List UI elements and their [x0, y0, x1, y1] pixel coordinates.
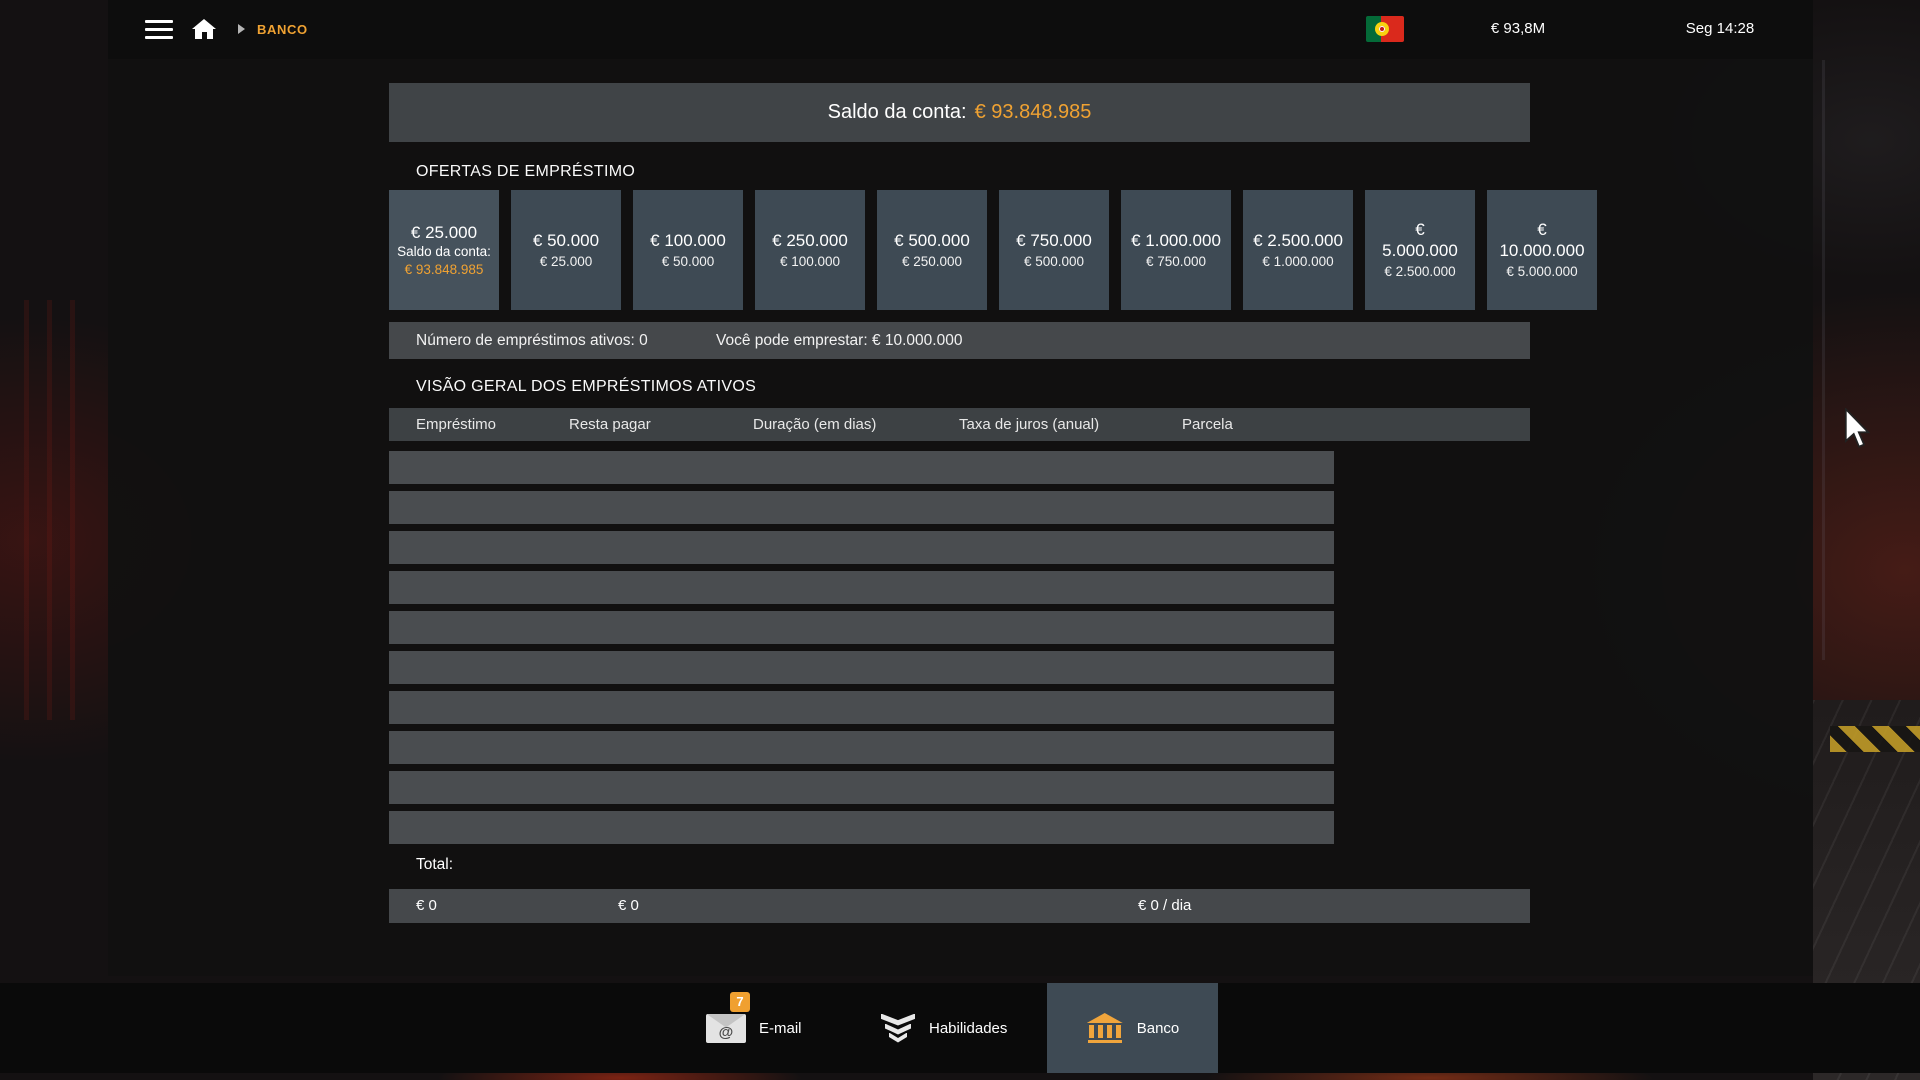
total-label: Total: — [416, 856, 453, 874]
email-icon: @ 7 — [706, 1014, 746, 1043]
borrow-limit: Você pode emprestar: € 10.000.000 — [716, 322, 962, 359]
loans-table-row — [389, 451, 1334, 484]
nav-email-label: E-mail — [759, 1020, 802, 1037]
loans-table-row — [389, 771, 1334, 804]
totals-bar: € 0 € 0 € 0 / dia — [389, 889, 1530, 923]
loan-amount: € 500.000 — [894, 230, 970, 251]
loan-amount: € 750.000 — [1016, 230, 1092, 251]
loan-offer-card[interactable]: € 500.000 € 250.000 — [877, 190, 987, 310]
loan-offer-card[interactable]: € 50.000 € 25.000 — [511, 190, 621, 310]
loan-offer-card[interactable]: € 250.000 € 100.000 — [755, 190, 865, 310]
breadcrumb-chevron-icon — [238, 24, 245, 34]
col-remaining: Resta pagar — [569, 408, 651, 441]
loan-offer-card[interactable]: € 10.000.000 € 5.000.000 — [1487, 190, 1597, 310]
loan-requirement: € 250.000 — [902, 253, 962, 271]
loans-table-row — [389, 811, 1334, 844]
loan-requirement: € 500.000 — [1024, 253, 1084, 271]
garage-red-glow-left — [6, 300, 92, 720]
skills-icon — [880, 1014, 916, 1043]
account-balance-label: Saldo da conta: — [828, 101, 967, 124]
col-interest: Taxa de juros (anual) — [959, 408, 1099, 441]
loan-amount: € 1.000.000 — [1131, 230, 1221, 251]
loans-table-row — [389, 491, 1334, 524]
nav-item-bank[interactable]: Banco — [1047, 983, 1218, 1073]
menu-button[interactable] — [145, 20, 173, 39]
loan-status-bar: Número de empréstimos ativos: 0 Você pod… — [389, 322, 1530, 359]
loan-amount: € 250.000 — [772, 230, 848, 251]
player-money: € 93,8M — [1458, 20, 1578, 37]
bank-panel: BANCO € 93,8M Seg 14:28 Saldo da conta: … — [108, 0, 1813, 976]
loan-offer-list: € 25.000 Saldo da conta: € 93.848.985 € … — [389, 190, 1597, 310]
loan-amount: € 50.000 — [533, 230, 599, 251]
loan-requirement: € 25.000 — [540, 253, 593, 271]
col-duration: Duração (em dias) — [753, 408, 876, 441]
loans-table-row — [389, 651, 1334, 684]
total-loan-value: € 0 — [416, 889, 437, 923]
bank-icon — [1086, 1013, 1124, 1043]
loans-table-row — [389, 611, 1334, 644]
loan-requirement: € 50.000 — [662, 253, 715, 271]
col-loan: Empréstimo — [416, 408, 496, 441]
loan-requirement: € 5.000.000 — [1506, 263, 1577, 281]
loan-requirement: € 2.500.000 — [1384, 263, 1455, 281]
loan-offer-card[interactable]: € 25.000 Saldo da conta: € 93.848.985 — [389, 190, 499, 310]
balance-tooltip: Saldo da conta: € 93.848.985 — [396, 243, 492, 278]
breadcrumb-banco[interactable]: BANCO — [257, 22, 308, 37]
loan-amount: € 2.500.000 — [1253, 230, 1343, 251]
nav-item-skills[interactable]: Habilidades — [880, 983, 1007, 1073]
loan-offers-title: OFERTAS DE EMPRÉSTIMO — [416, 163, 635, 181]
total-remaining-value: € 0 — [618, 889, 639, 923]
top-bar: BANCO € 93,8M Seg 14:28 — [108, 0, 1813, 59]
loan-offer-card[interactable]: € 2.500.000 € 1.000.000 — [1243, 190, 1353, 310]
loan-amount: € 100.000 — [650, 230, 726, 251]
hazard-stripe — [1830, 726, 1920, 752]
garage-wall-edge — [1822, 60, 1825, 660]
game-clock: Seg 14:28 — [1660, 20, 1780, 37]
screen: BANCO € 93,8M Seg 14:28 Saldo da conta: … — [0, 0, 1920, 1080]
loans-table-row — [389, 731, 1334, 764]
email-badge: 7 — [730, 992, 750, 1012]
nav-bank-label: Banco — [1137, 1020, 1180, 1037]
account-balance-value: € 93.848.985 — [975, 101, 1092, 124]
col-installment: Parcela — [1182, 408, 1233, 441]
loans-overview-title: VISÃO GERAL DOS EMPRÉSTIMOS ATIVOS — [416, 378, 756, 396]
loans-table-row — [389, 531, 1334, 564]
nav-item-email[interactable]: @ 7 E-mail — [706, 983, 802, 1073]
portugal-flag-icon — [1366, 16, 1404, 42]
loan-requirement: € 1.000.000 — [1262, 253, 1333, 271]
total-installment-value: € 0 / dia — [1138, 889, 1191, 923]
loan-offer-card[interactable]: € 100.000 € 50.000 — [633, 190, 743, 310]
loan-offer-card[interactable]: € 5.000.000 € 2.500.000 — [1365, 190, 1475, 310]
at-symbol: @ — [706, 1023, 746, 1043]
active-loans-count: Número de empréstimos ativos: 0 — [416, 322, 648, 359]
loan-offer-card[interactable]: € 1.000.000 € 750.000 — [1121, 190, 1231, 310]
loan-amount: € 5.000.000 — [1376, 219, 1464, 262]
account-balance-bar: Saldo da conta: € 93.848.985 — [389, 83, 1530, 142]
loans-table-row — [389, 691, 1334, 724]
loans-table-row — [389, 571, 1334, 604]
loan-requirement: € 100.000 — [780, 253, 840, 271]
loan-offer-card[interactable]: € 750.000 € 500.000 — [999, 190, 1109, 310]
loans-table-body — [389, 451, 1334, 851]
flag-emblem — [1375, 22, 1389, 36]
home-button[interactable] — [192, 19, 216, 40]
bottom-nav: @ 7 E-mail Habilidades Banco — [0, 983, 1920, 1073]
loans-table-header: Empréstimo Resta pagar Duração (em dias)… — [389, 408, 1530, 441]
nav-skills-label: Habilidades — [929, 1020, 1007, 1037]
loan-requirement: € 750.000 — [1146, 253, 1206, 271]
loan-amount: € 25.000 — [411, 222, 477, 243]
loan-amount: € 10.000.000 — [1498, 219, 1586, 262]
